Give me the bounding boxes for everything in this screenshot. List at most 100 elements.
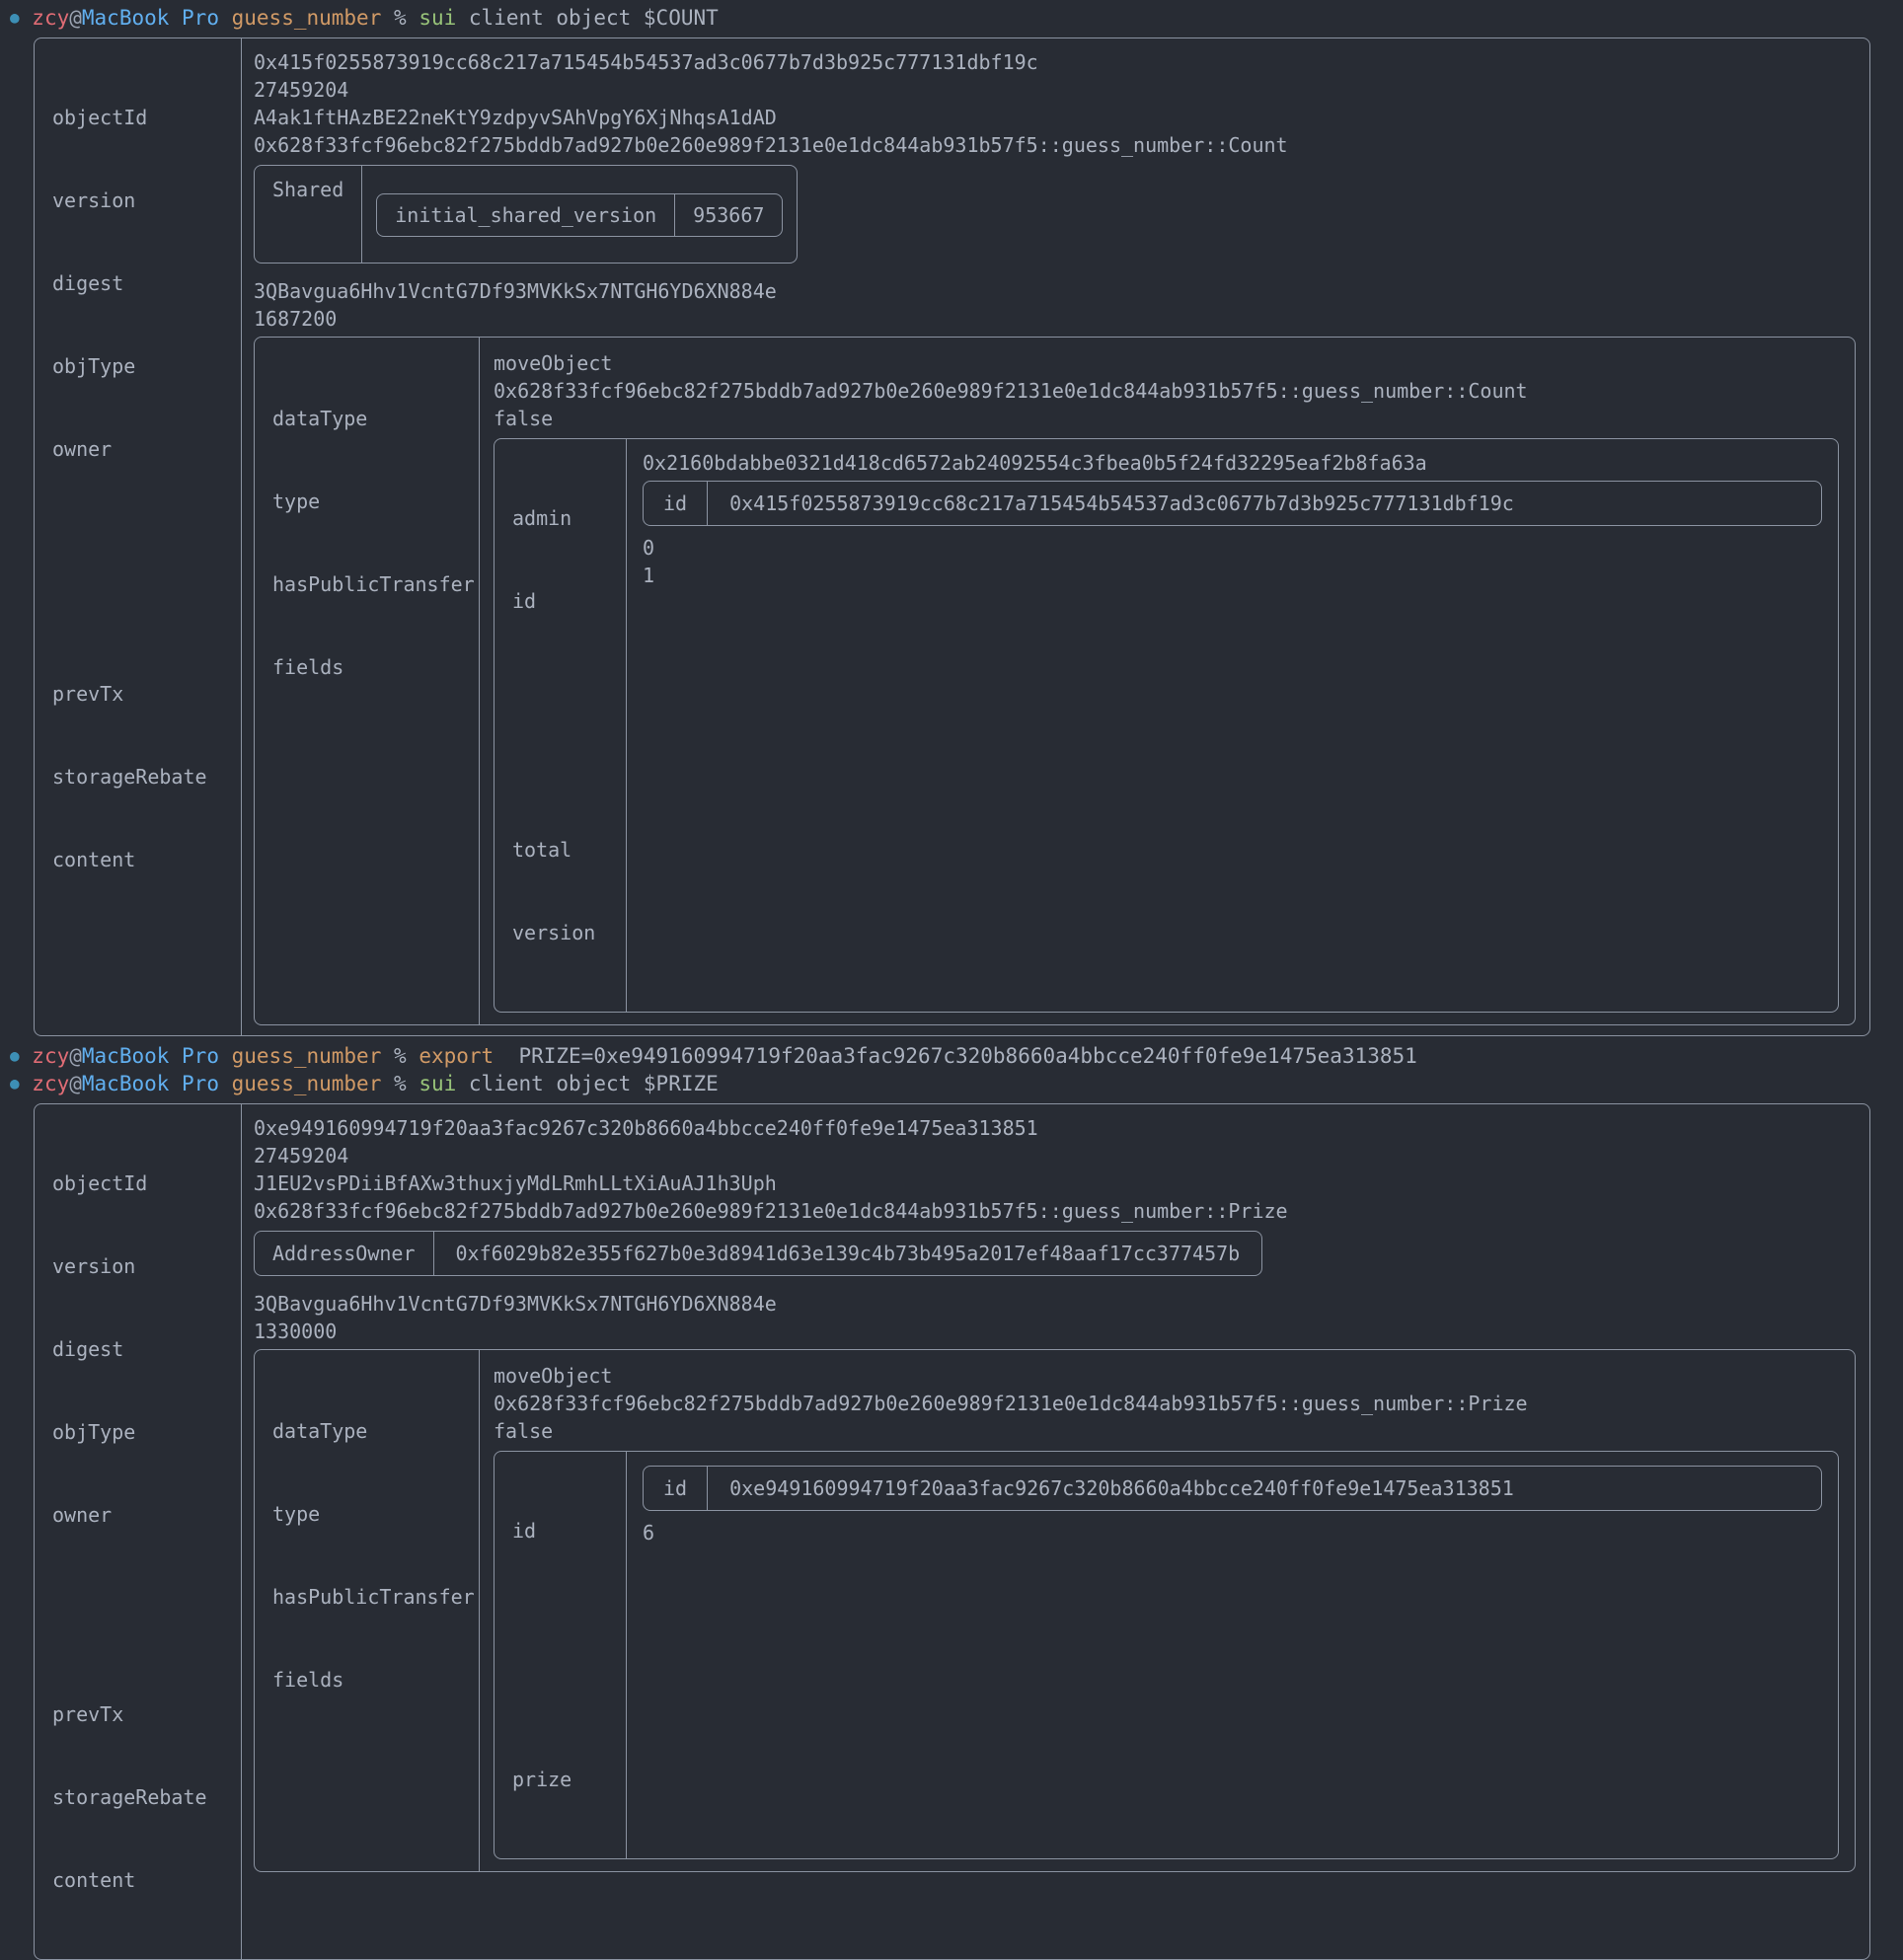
prompt-symbol: %	[394, 1044, 407, 1068]
label-objType: objType	[52, 354, 136, 378]
owner-address-box: AddressOwner 0xf6029b82e355f627b0e3d8941…	[254, 1231, 1263, 1276]
prompt-symbol: %	[394, 6, 407, 30]
value-total: 0	[643, 536, 655, 560]
value-hasPublicTransfer: false	[494, 1419, 554, 1443]
owner-kind-label: Shared	[255, 166, 363, 263]
value-digest: J1EU2vsPDiiBfAXw3thuxjyMdLRmhLLtXiAuAJ1h…	[254, 1171, 777, 1195]
owner-shared-body: initial_shared_version 953667	[362, 166, 797, 263]
label-hasPublicTransfer: hasPublicTransfer	[272, 1585, 475, 1609]
prompt-user: zcy	[32, 6, 70, 30]
label-owner: owner	[52, 1503, 113, 1527]
value-prevTx: 3QBavgua6Hhv1VcntG7Df93MVKkSx7NTGH6YD6XN…	[254, 279, 777, 303]
owner-kind-label-2: AddressOwner	[255, 1232, 434, 1275]
label-type: type	[272, 490, 321, 513]
owner-shared-box: Shared initial_shared_version 953667	[254, 165, 799, 264]
owner-address-value: 0xf6029b82e355f627b0e3d8941d63e139c4b73b…	[455, 1242, 1241, 1265]
prompt-user: zcy	[32, 1072, 70, 1095]
owner-spacer	[52, 518, 227, 625]
label-dataType: dataType	[272, 1419, 368, 1443]
label-version: version	[52, 1254, 136, 1278]
value-objectId: 0x415f0255873919cc68c217a715454b54537ad3…	[254, 50, 1038, 74]
owner-spacer-2	[52, 1584, 227, 1645]
label-fields: fields	[272, 655, 344, 679]
fields-spacer-a	[512, 670, 610, 698]
label-content: content	[52, 848, 136, 871]
label-hasPublicTransfer: hasPublicTransfer	[272, 572, 475, 596]
value-dataType: moveObject	[494, 351, 613, 375]
prize-content-value-column: moveObject 0x628f33fcf96ebc82f275bddb7ad…	[480, 1350, 1855, 1871]
prize-fields-value-column: id 0xe949160994719f20aa3fac9267c320b8660…	[627, 1452, 1838, 1858]
label-dataType: dataType	[272, 407, 368, 430]
label-prize: prize	[512, 1768, 572, 1791]
prize-id-inner-key: id	[644, 1467, 709, 1510]
prompt-at: @	[69, 6, 82, 30]
value-prize: 6	[643, 1521, 655, 1545]
prompt-user: zcy	[32, 1044, 70, 1068]
prize-id-inner-value: 0xe949160994719f20aa3fac9267c320b8660a4b…	[729, 1476, 1514, 1500]
count-fields-value-column: 0x2160bdabbe0321d418cd6572ab24092554c3fb…	[627, 439, 1838, 1012]
prize-object-box: objectId version digest objType owner pr…	[34, 1103, 1870, 1960]
label-objectId: objectId	[52, 106, 148, 129]
prize-content-box: dataType type hasPublicTransfer fields m…	[254, 1349, 1856, 1872]
prize-object-value-column: 0xe949160994719f20aa3fac9267c320b8660a4b…	[242, 1104, 1869, 1959]
value-digest: A4ak1ftHAzBE22neKtY9zdpyvSAhVpgY6XjNhqsA…	[254, 106, 777, 129]
prize-fields-spacer-b	[512, 1683, 610, 1710]
prompt-status-dot-icon: ●	[10, 1046, 20, 1065]
count-id-inner-row: id 0x415f0255873919cc68c217a715454b54537…	[643, 481, 1822, 526]
prize-content-key-column: dataType type hasPublicTransfer fields	[255, 1350, 480, 1871]
prompt-host: MacBook Pro	[81, 6, 219, 30]
value-storageRebate: 1687200	[254, 307, 338, 331]
prompt-status-dot-icon: ●	[10, 1074, 20, 1093]
label-prevTx: prevTx	[52, 1702, 124, 1726]
label-owner: owner	[52, 437, 113, 461]
prompt-at: @	[69, 1044, 82, 1068]
prize-object-key-column: objectId version digest objType owner pr…	[35, 1104, 242, 1959]
prompt-directory: guess_number	[231, 1044, 382, 1068]
count-object-key-column: objectId version digest objType owner pr…	[35, 38, 242, 1035]
prompt-line-1: ● zcy@MacBook Pro guess_number % sui cli…	[0, 4, 1903, 32]
label-id: id	[512, 1519, 537, 1543]
count-fields-box: admin id total version 0x2160bdabbe0321d…	[494, 438, 1839, 1013]
count-content-box: dataType type hasPublicTransfer fields m…	[254, 337, 1856, 1025]
prize-fields-box: id prize id 0xe949160994719f20aa3fac9267…	[494, 1451, 1839, 1859]
label-objectId: objectId	[52, 1171, 148, 1195]
value-prevTx: 3QBavgua6Hhv1VcntG7Df93MVKkSx7NTGH6YD6XN…	[254, 1292, 777, 1316]
count-object-box: objectId version digest objType owner pr…	[34, 38, 1870, 1036]
command-args-2: PRIZE=0xe949160994719f20aa3fac9267c320b8…	[518, 1044, 1417, 1068]
label-digest: digest	[52, 271, 124, 295]
label-content: content	[52, 1868, 136, 1892]
prompt-symbol: %	[394, 1072, 407, 1095]
command-name-1: sui	[419, 6, 457, 30]
label-storageRebate: storageRebate	[52, 1785, 207, 1809]
value-objType: 0x628f33fcf96ebc82f275bddb7ad927b0e260e9…	[254, 1199, 1288, 1223]
label-storageRebate: storageRebate	[52, 765, 207, 789]
command-name-3: sui	[419, 1072, 457, 1095]
value-version: 27459204	[254, 78, 349, 102]
count-id-inner-value: 0x415f0255873919cc68c217a715454b54537ad3…	[729, 491, 1514, 515]
label-digest: digest	[52, 1337, 124, 1361]
prompt-host: MacBook Pro	[81, 1072, 219, 1095]
count-fields-key-column: admin id total version	[495, 439, 627, 1012]
prompt-directory: guess_number	[231, 6, 382, 30]
terminal-window: ● zcy@MacBook Pro guess_number % sui cli…	[0, 0, 1903, 1960]
initial-shared-version-value: 953667	[693, 203, 765, 227]
label-objType: objType	[52, 1420, 136, 1444]
count-object-value-column: 0x415f0255873919cc68c217a715454b54537ad3…	[242, 38, 1869, 1035]
prompt-at: @	[69, 1072, 82, 1095]
prize-fields-spacer-a	[512, 1600, 610, 1627]
count-content-key-column: dataType type hasPublicTransfer fields	[255, 338, 480, 1024]
prompt-directory: guess_number	[231, 1072, 382, 1095]
label-type: type	[272, 1502, 321, 1526]
prize-id-inner-row: id 0xe949160994719f20aa3fac9267c320b8660…	[643, 1466, 1822, 1511]
prompt-line-3: ● zcy@MacBook Pro guess_number % sui cli…	[0, 1070, 1903, 1097]
fields-spacer-b	[512, 753, 610, 781]
initial-shared-version-key: initial_shared_version	[377, 194, 676, 236]
value-storageRebate: 1330000	[254, 1319, 338, 1343]
value-field-version: 1	[643, 564, 655, 587]
label-total: total	[512, 838, 572, 862]
label-prevTx: prevTx	[52, 682, 124, 706]
command-args-3: client object $PRIZE	[468, 1072, 719, 1095]
count-id-inner-key: id	[644, 482, 709, 525]
label-field-version: version	[512, 921, 596, 944]
label-id: id	[512, 589, 537, 613]
